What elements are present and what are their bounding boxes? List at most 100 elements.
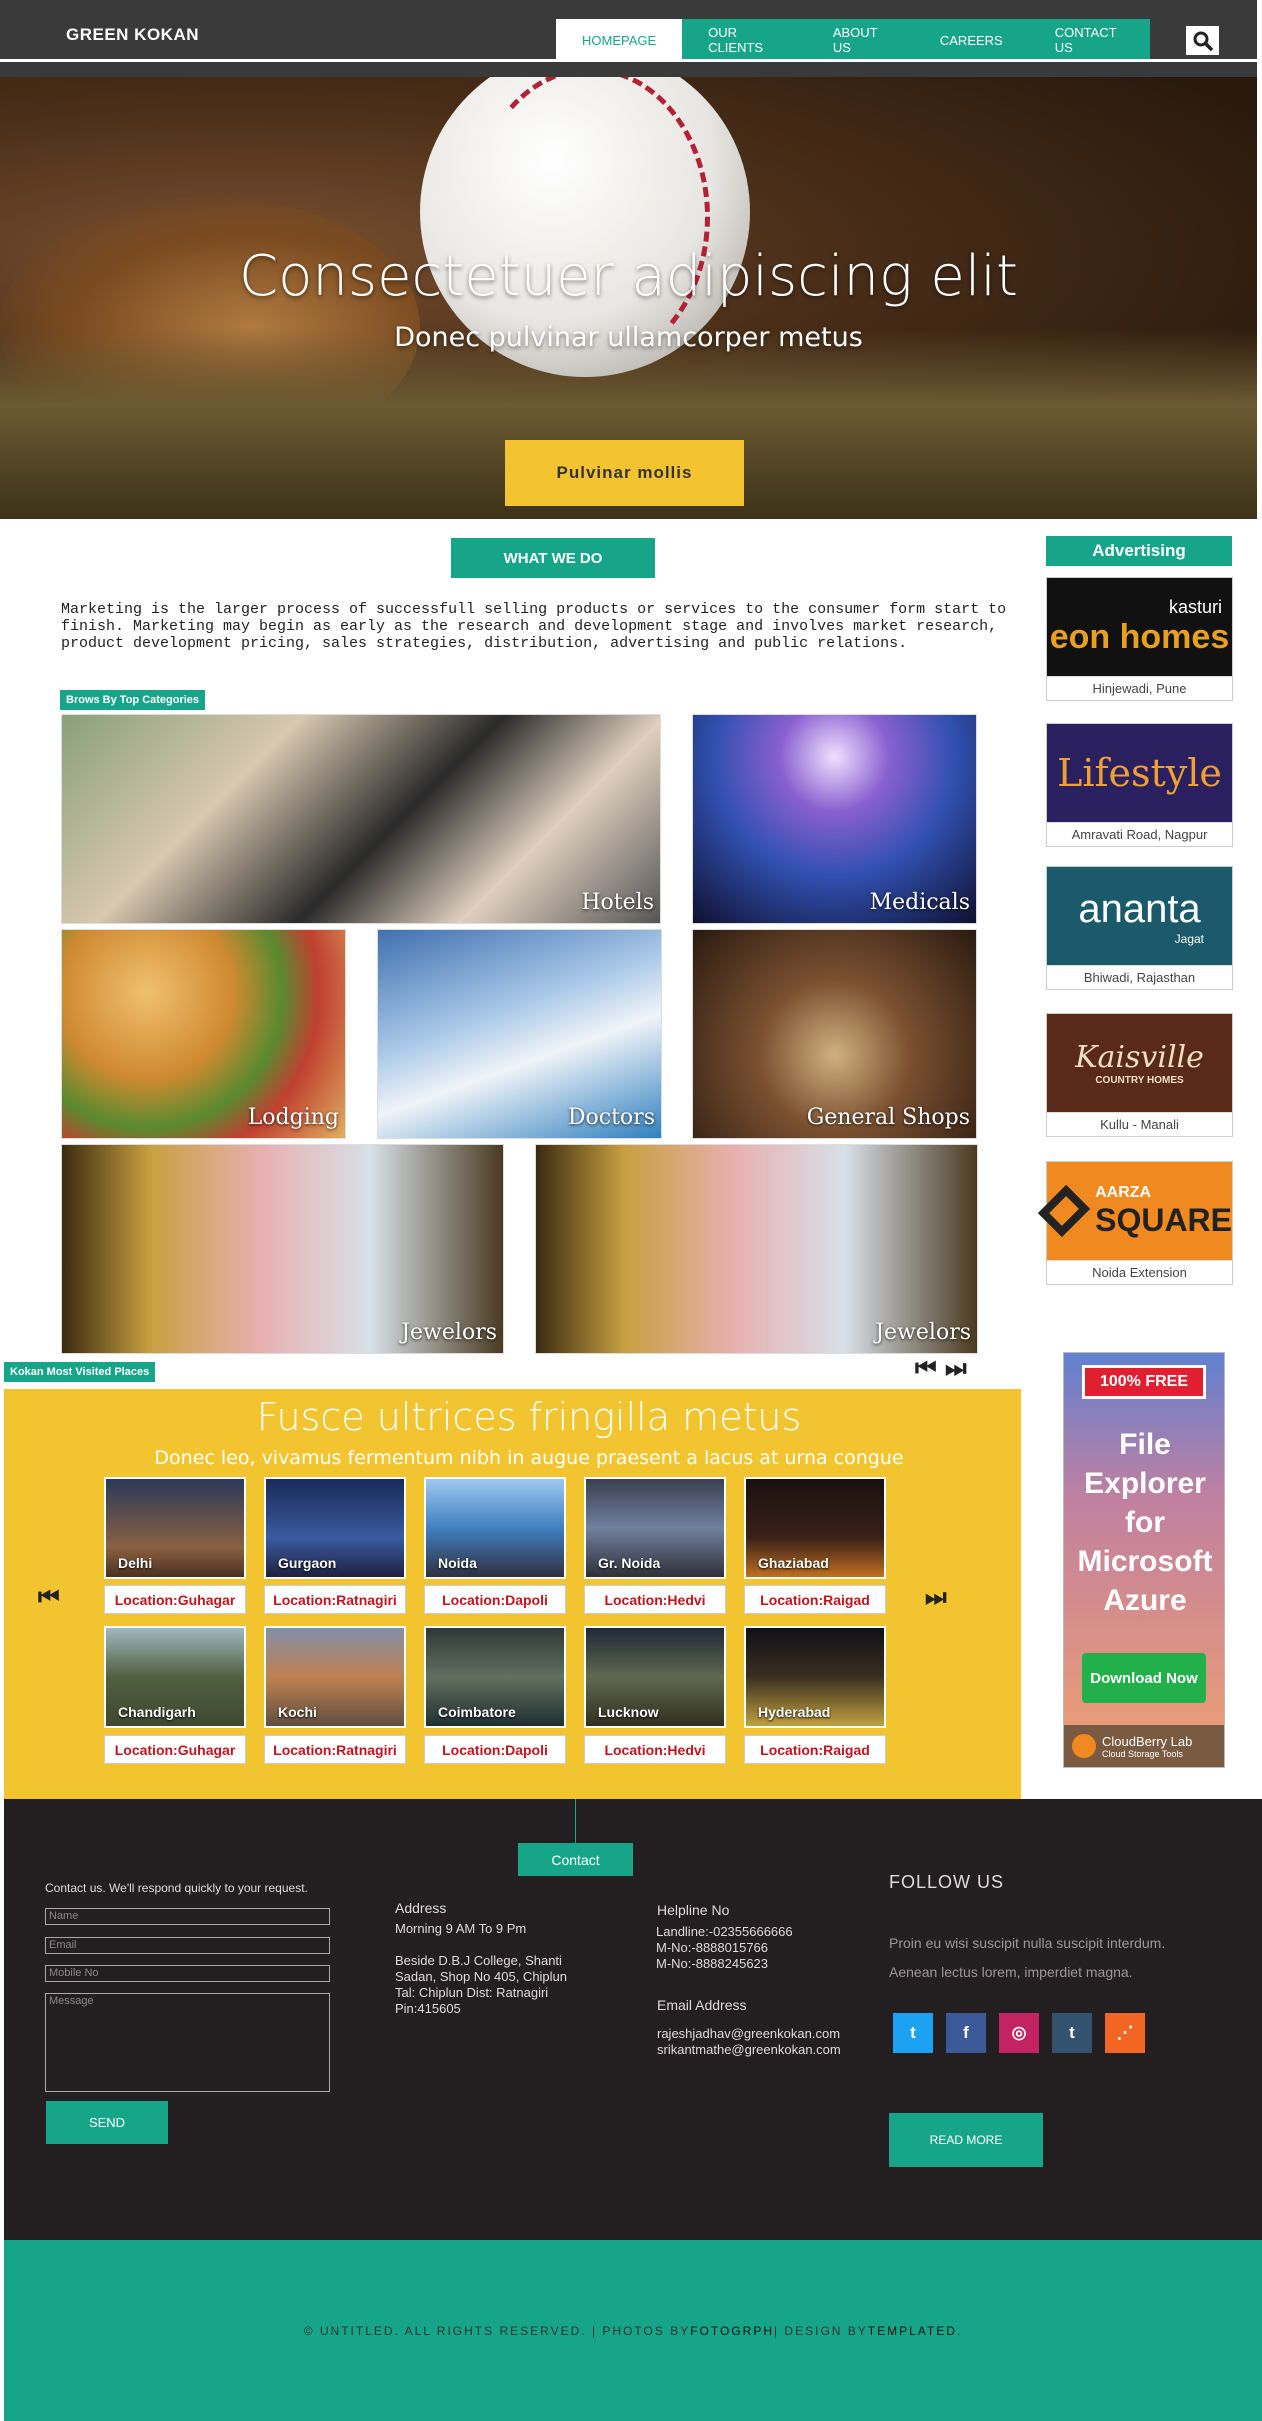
place-name: Delhi (118, 1555, 153, 1571)
tumblr-icon[interactable]: t (1052, 2013, 1092, 2053)
place-tile-hyderabad[interactable]: Hyderabad (744, 1626, 886, 1728)
ad-name: AARZA (1095, 1183, 1152, 1201)
twitter-icon[interactable]: t (893, 2013, 933, 2053)
ad-image: ananta Jagat (1047, 867, 1232, 965)
places-subtitle: Donec leo, vivamus fermentum nibh in aug… (154, 1447, 904, 1469)
nav-careers[interactable]: CAREERS (914, 19, 1029, 61)
category-tile-jewelors-2[interactable]: Jewelors (535, 1144, 978, 1354)
place-name: Coimbatore (438, 1704, 516, 1720)
ad-image: Lifestyle (1047, 724, 1232, 822)
rss-icon[interactable]: ⋰ (1105, 2013, 1145, 2053)
design-by-link[interactable]: TEMPLATED (868, 2324, 957, 2338)
ad-name: ananta (1078, 886, 1201, 931)
place-location: Location:Raigad (744, 1585, 886, 1614)
place-location: Location:Dapoli (424, 1735, 566, 1764)
carousel-prev-icon[interactable]: ⏮ (38, 1584, 60, 1612)
photos-by-link[interactable]: FOTOGRPH (690, 2324, 774, 2338)
cloudberry-footer: CloudBerry Lab Cloud Storage Tools (1064, 1725, 1224, 1767)
category-tile-jewelors-1[interactable]: Jewelors (61, 1144, 504, 1354)
nav-our-clients[interactable]: OUR CLIENTS (682, 19, 807, 61)
nav-contact-us[interactable]: CONTACT US (1029, 19, 1150, 61)
places-next-icon[interactable]: ⏭ (945, 1355, 967, 1383)
cloudberry-banner[interactable]: 100% FREE File Explorer for Microsoft Az… (1063, 1352, 1225, 1768)
category-label: Hotels (581, 890, 654, 915)
what-we-do-heading: WHAT WE DO (451, 538, 655, 578)
dribbble-icon[interactable]: ◎ (999, 2013, 1039, 2053)
place-tile-chandigarh[interactable]: Chandigarh (104, 1626, 246, 1728)
place-tile-kochi[interactable]: Kochi (264, 1626, 406, 1728)
category-label: Doctors (567, 1105, 655, 1130)
search-icon (1193, 31, 1213, 51)
category-tile-medicals[interactable]: Medicals (692, 714, 977, 924)
aarza-logo-icon (1037, 1184, 1091, 1238)
place-tile-gurgaon[interactable]: Gurgaon (264, 1477, 406, 1579)
contact-tab[interactable]: Contact (518, 1843, 633, 1876)
place-location: Location:Guhagar (104, 1735, 246, 1764)
name-field[interactable]: Name (45, 1908, 330, 1925)
place-name: Lucknow (598, 1704, 659, 1720)
place-tile-delhi[interactable]: Delhi (104, 1477, 246, 1579)
place-location: Location:Raigad (744, 1735, 886, 1764)
email-link[interactable]: rajeshjadhav@greenkokan.com (657, 2026, 840, 2042)
place-location: Location:Ratnagiri (264, 1585, 406, 1614)
place-tile-noida[interactable]: Noida (424, 1477, 566, 1579)
mobile-field[interactable]: Mobile No (45, 1965, 330, 1982)
places-tag: Kokan Most Visited Places (4, 1362, 156, 1382)
ad-wordmark: AARZA SQUARE (1095, 1184, 1232, 1239)
address-line: Tal: Chiplun Dist: Ratnagiri (395, 1985, 549, 2000)
place-tile-gr-noida[interactable]: Gr. Noida (584, 1477, 726, 1579)
nav-about-us[interactable]: ABOUT US (807, 19, 914, 61)
category-tile-general-shops[interactable]: General Shops (692, 929, 977, 1139)
place-tile-coimbatore[interactable]: Coimbatore (424, 1626, 566, 1728)
cloudberry-logo-icon (1072, 1734, 1096, 1758)
ad-name: eon homes (1049, 618, 1230, 656)
nav-homepage[interactable]: HOMEPAGE (556, 19, 683, 61)
ad-kaisville[interactable]: Kaisville COUNTRY HOMES Kullu - Manali (1046, 1013, 1233, 1137)
email-title: Email Address (657, 1997, 747, 2013)
category-label: Jewelors (875, 1320, 971, 1345)
header-rule (0, 59, 1257, 62)
banner-title: File Explorer for Microsoft Azure (1077, 1428, 1213, 1617)
ad-image: AARZA SQUARE (1037, 1162, 1232, 1260)
email-link[interactable]: srikantmathe@greenkokan.com (657, 2042, 841, 2058)
ad-caption: Kullu - Manali (1047, 1112, 1232, 1136)
ad-ananta[interactable]: ananta Jagat Bhiwadi, Rajasthan (1046, 866, 1233, 990)
ad-image: Kaisville COUNTRY HOMES (1047, 1014, 1232, 1112)
ad-eon-homes[interactable]: kasturi eon homes Hinjewadi, Pune (1046, 577, 1233, 701)
search-button[interactable] (1186, 26, 1219, 55)
main-nav: HOMEPAGE OUR CLIENTS ABOUT US CAREERS CO… (556, 19, 1150, 61)
contact-tab-line (575, 1799, 576, 1844)
copyright-bar: © UNTITLED. ALL RIGHTS RESERVED. | PHOTO… (4, 2240, 1262, 2421)
facebook-icon[interactable]: f (946, 2013, 986, 2053)
hero-subtitle: Donec pulvinar ullamcorper metus (394, 322, 863, 353)
ad-caption: Bhiwadi, Rajasthan (1047, 965, 1232, 989)
hero-cta-button[interactable]: Pulvinar mollis (505, 440, 744, 506)
ad-lifestyle[interactable]: Lifestyle Amravati Road, Nagpur (1046, 723, 1233, 847)
place-tile-ghaziabad[interactable]: Ghaziabad (744, 1477, 886, 1579)
ad-sub: SQUARE (1095, 1201, 1232, 1238)
download-now-button[interactable]: Download Now (1082, 1653, 1206, 1703)
categories-tag: Brows By Top Categories (60, 690, 206, 710)
place-location: Location:Guhagar (104, 1585, 246, 1614)
site-logo[interactable]: GREEN KOKAN (66, 25, 199, 45)
category-label: Jewelors (401, 1320, 497, 1345)
advertising-heading: Advertising (1046, 536, 1232, 566)
email-field[interactable]: Email (45, 1937, 330, 1954)
helpline-line: M-No:-8888015766 (656, 1940, 769, 1955)
copyright-end: . (956, 2323, 963, 2338)
cloudberry-brand-sub: Cloud Storage Tools (1102, 1748, 1183, 1759)
category-tile-doctors[interactable]: Doctors (377, 929, 662, 1139)
address-title: Address (395, 1900, 447, 1916)
copyright-text: © UNTITLED. ALL RIGHTS RESERVED. | PHOTO… (303, 2323, 691, 2338)
category-tile-lodging[interactable]: Lodging (61, 929, 346, 1139)
helpline-line: Landline:-02355666666 (656, 1924, 793, 1939)
helpline-line: M-No:-8888245623 (656, 1956, 769, 1971)
place-tile-lucknow[interactable]: Lucknow (584, 1626, 726, 1728)
places-prev-icon[interactable]: ⏮ (915, 1355, 937, 1383)
ad-aarza-square[interactable]: AARZA SQUARE Noida Extension (1037, 1161, 1233, 1285)
send-button[interactable]: SEND (46, 2101, 168, 2144)
message-field[interactable]: Message (45, 1993, 330, 2092)
read-more-button[interactable]: READ MORE (889, 2113, 1043, 2167)
carousel-next-icon[interactable]: ⏭ (925, 1584, 947, 1612)
category-tile-hotels[interactable]: Hotels (61, 714, 661, 924)
